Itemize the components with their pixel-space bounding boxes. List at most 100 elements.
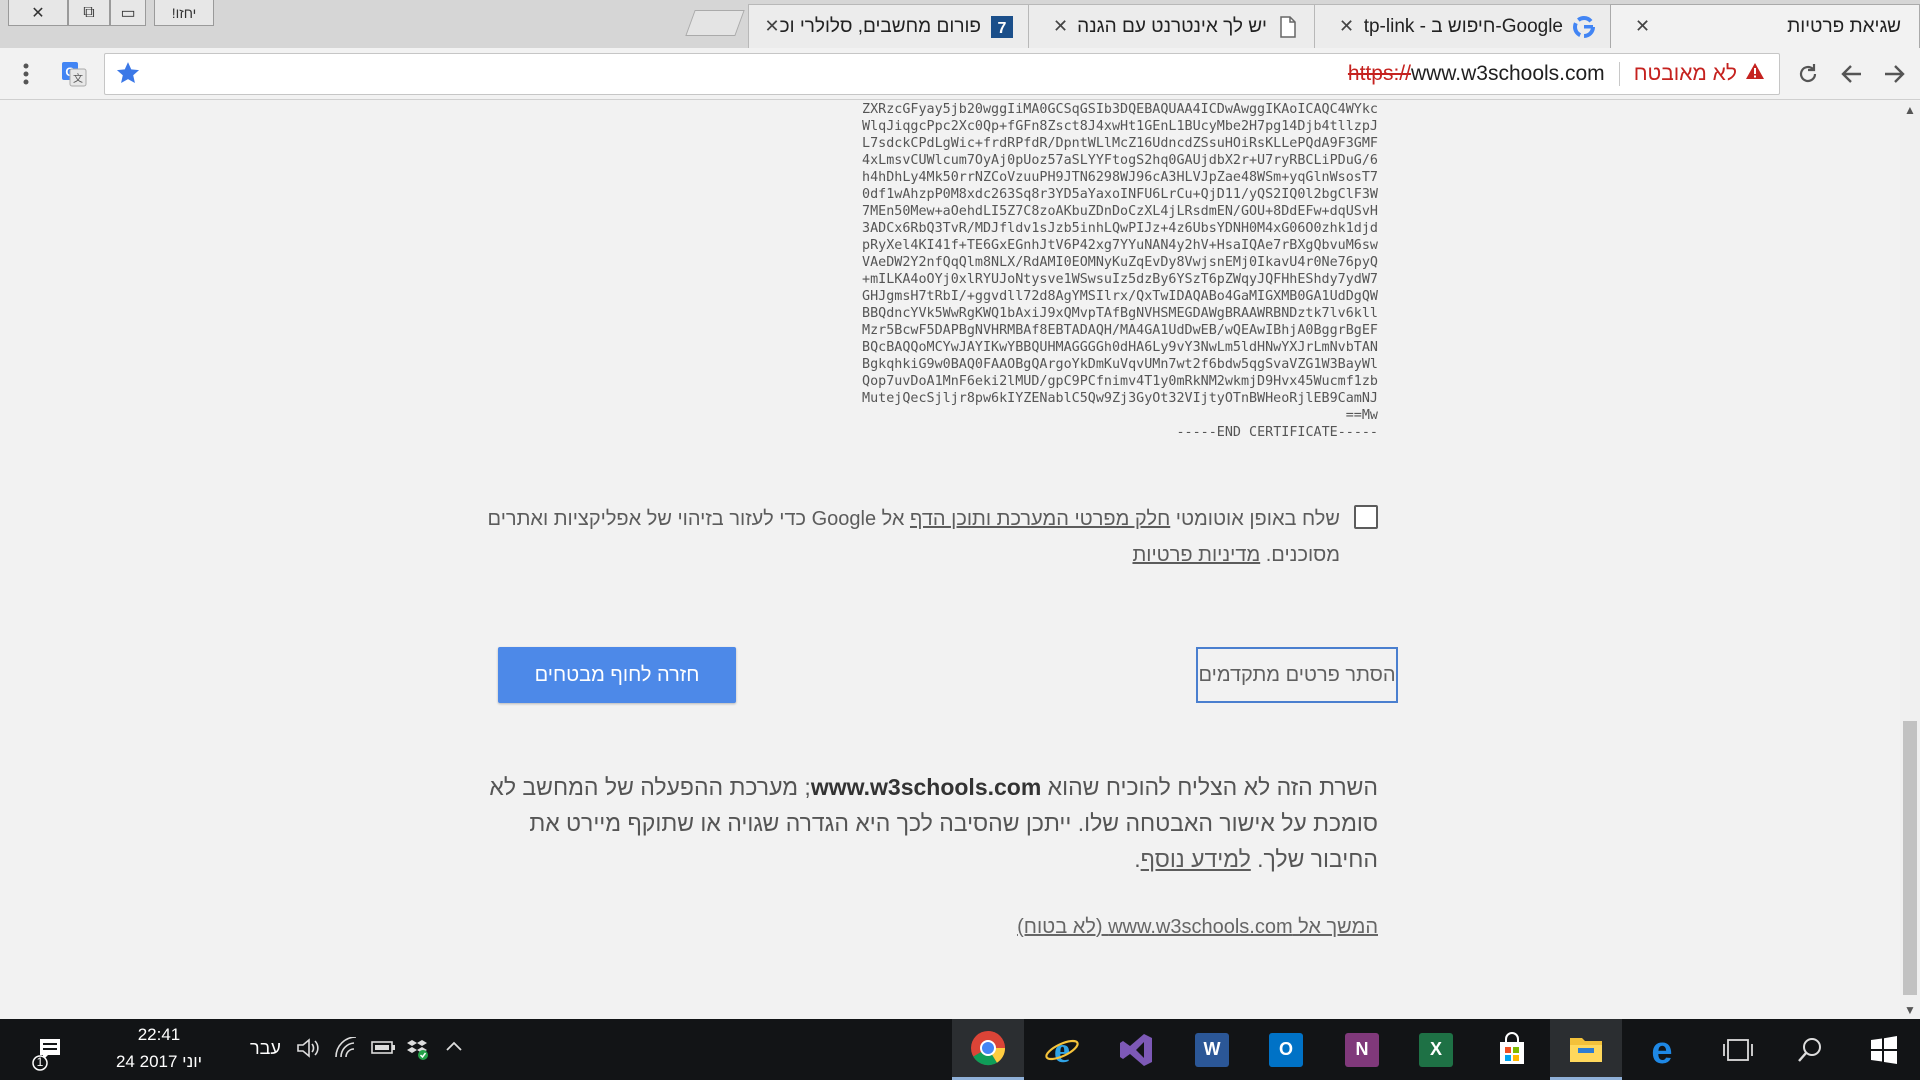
- certificate-line: VAeDW2Y2nfQqQlm8NLX/RdAMI0EOMNyKuZqEvDy8…: [862, 255, 1378, 270]
- taskbar-file-explorer[interactable]: [1550, 1019, 1622, 1080]
- menu-button[interactable]: [10, 58, 42, 90]
- url-display[interactable]: לא מאובטח https://www.w3schools.com: [1348, 54, 1765, 94]
- learn-more-link[interactable]: למידע נוסף: [1141, 846, 1251, 872]
- tab-privacy-error[interactable]: שגיאת פרטיות ✕: [1610, 4, 1920, 48]
- url-scheme: https://: [1347, 62, 1411, 85]
- taskbar-internet-explorer[interactable]: e: [1026, 1019, 1098, 1080]
- task-view-icon: [1723, 1038, 1753, 1061]
- certificate-line: -----END CERTIFICATE-----: [1176, 425, 1378, 440]
- restore-icon: ⧉: [83, 3, 95, 21]
- reload-button[interactable]: [1792, 58, 1824, 90]
- tab-google-search[interactable]: tp-link - חיפוש ב-Google ✕: [1314, 4, 1614, 48]
- safe-browsing-report-row: שלח באופן אוטומטי חלק מפרטי המערכת ותוכן…: [478, 501, 1378, 573]
- tab-close-icon[interactable]: ✕: [759, 16, 780, 37]
- close-window-button[interactable]: ✕: [8, 0, 68, 26]
- arrow-left-icon: [1841, 65, 1861, 83]
- internet-explorer-icon: e: [1045, 1032, 1079, 1068]
- search-button[interactable]: [1774, 1019, 1846, 1080]
- task-view-button[interactable]: [1702, 1019, 1774, 1080]
- translate-button[interactable]: G文: [58, 58, 90, 90]
- svg-text:e: e: [1651, 1032, 1672, 1068]
- volume-icon[interactable]: [296, 1037, 320, 1065]
- scroll-down-arrow-icon[interactable]: ▼: [1904, 1003, 1916, 1017]
- url-text[interactable]: https://www.w3schools.com: [1348, 62, 1605, 86]
- certificate-line: MutejQecSjljr8pw6kIYZENablC5Qw9Zj3GyOt32…: [862, 391, 1378, 406]
- certificate-line: 4xLmsvCUWlcum7OyAj0pUoz57aSLYYFtogS2hq0G…: [862, 153, 1378, 168]
- interstitial-page: ZXRzcGFyay5jb20wggIiMA0GCSqGSIb3DQEBAQUA…: [0, 101, 1900, 1019]
- tab-close-icon[interactable]: ✕: [1629, 16, 1650, 37]
- proceed-unsafe-link[interactable]: המשך אל www.w3schools.com (לא בטוח): [1017, 916, 1378, 939]
- taskbar-visual-studio[interactable]: [1100, 1019, 1172, 1080]
- back-to-safety-button[interactable]: חזרה לחוף מבטחים: [498, 647, 736, 703]
- privacy-policy-link[interactable]: מדיניות פרטיות: [1132, 544, 1260, 566]
- hide-advanced-button[interactable]: הסתר פרטים מתקדמים: [1196, 647, 1398, 703]
- taskbar-chrome[interactable]: [952, 1019, 1024, 1080]
- translate-icon: G文: [62, 62, 87, 87]
- tab-close-icon[interactable]: ✕: [1333, 16, 1354, 37]
- tab-internet-protection[interactable]: יש לך אינטרנט עם הגנה ✕: [1028, 4, 1318, 48]
- visual-studio-icon: [1120, 1033, 1152, 1066]
- input-language[interactable]: עבר: [250, 1038, 281, 1059]
- action-center-icon: [32, 1039, 60, 1071]
- taskbar-onenote[interactable]: N: [1326, 1019, 1398, 1080]
- action-center-button[interactable]: 1: [28, 1031, 68, 1076]
- certificate-line: GHJgmsH7tRbI/+ggvdll72d8AgYMSIlrx/QxTwID…: [862, 289, 1378, 304]
- minimize-icon: ▭: [120, 4, 136, 22]
- start-button[interactable]: [1848, 1019, 1920, 1080]
- search-icon: [1798, 1037, 1821, 1062]
- excel-icon: X: [1419, 1032, 1453, 1067]
- page-scrollbar[interactable]: ▲ ▼: [1900, 101, 1920, 1019]
- taskbar-word[interactable]: W: [1176, 1019, 1248, 1080]
- dropbox-synced-icon[interactable]: [406, 1037, 430, 1067]
- taskbar-excel[interactable]: X: [1400, 1019, 1472, 1080]
- back-button[interactable]: [1836, 58, 1868, 90]
- tab-close-icon[interactable]: ✕: [1047, 16, 1068, 37]
- address-bar[interactable]: לא מאובטח https://www.w3schools.com: [104, 53, 1780, 95]
- tab-forum[interactable]: 7 פורום מחשבים, סלולרי וכ ✕: [748, 4, 1032, 48]
- scroll-up-arrow-icon[interactable]: ▲: [1904, 103, 1916, 117]
- close-icon: ✕: [31, 4, 45, 22]
- taskbar-edge[interactable]: e: [1626, 1019, 1698, 1080]
- bookmark-star-icon[interactable]: [115, 60, 141, 91]
- svg-text:7: 7: [998, 20, 1007, 37]
- report-checkbox[interactable]: [1354, 505, 1378, 529]
- svg-text:文: 文: [73, 72, 83, 85]
- minimize-window-button[interactable]: ▭: [110, 0, 146, 26]
- tab-strip: ✕ ⧉ ▭ יחזו! 7 פורום מחשבים, סלולרי וכ ✕ …: [0, 0, 1920, 48]
- url-host: www.w3schools.com: [1410, 62, 1605, 85]
- show-hidden-icons-chevron-icon[interactable]: [444, 1037, 464, 1059]
- outlook-icon: O: [1269, 1032, 1303, 1067]
- certificate-line: pRyXel4KI41f+TE6GxEGnhJtV6P42xg7YYuNAN4y…: [862, 238, 1378, 253]
- certificate-line: BQcBAQQoMCYwJAYIKwYBBQUHMAGGGGh0dHA6Ly9v…: [862, 340, 1378, 355]
- google-g-icon: [1573, 15, 1595, 38]
- clock-date[interactable]: 24 יוני 2017: [112, 1052, 206, 1072]
- battery-icon[interactable]: [370, 1037, 396, 1063]
- report-text-start: שלח באופן אוטומטי: [1170, 508, 1340, 530]
- edge-icon: e: [1651, 1032, 1672, 1068]
- wifi-icon[interactable]: [334, 1036, 358, 1065]
- clock-time[interactable]: 22:41: [112, 1025, 206, 1045]
- certificate-line: BBQdncYVk5WwRgKWQ1bAxiJ9xQMvpTAfBgNVHSME…: [862, 306, 1378, 321]
- certificate-line: +mILKA4oOYj0xlRYUJoNtysve1WSwsuIz5dzBy6Y…: [862, 272, 1378, 287]
- kebab-menu-icon: [23, 63, 29, 85]
- tab-title: פורום מחשבים, סלולרי וכ: [779, 15, 981, 37]
- store-icon: [1500, 1031, 1524, 1064]
- explanation-host: www.w3schools.com: [810, 774, 1042, 800]
- windows-logo-icon: [1871, 1035, 1897, 1064]
- taskbar-store[interactable]: [1476, 1019, 1548, 1080]
- certificate-line: 0df1wAhzpP0M8xdc263Sq8r3YD5aYaxoINFU6LrC…: [862, 187, 1378, 202]
- notification-count: 1: [36, 1055, 44, 1069]
- certificate-line: Qop7uvDoA1MnF6eki2lMUD/gpC9PCfnimv4T1y0m…: [862, 374, 1378, 389]
- certificate-line: ZXRzcGFyay5jb20wggIiMA0GCSqGSIb3DQEBAQUA…: [862, 102, 1378, 117]
- tab-title: יש לך אינטרנט עם הגנה: [1077, 15, 1267, 37]
- tab-title: שגיאת פרטיות: [1787, 15, 1901, 37]
- not-secure-label[interactable]: לא מאובטח: [1634, 62, 1737, 86]
- taskbar-outlook[interactable]: O: [1250, 1019, 1322, 1080]
- forward-button[interactable]: [1878, 58, 1910, 90]
- system-details-link[interactable]: חלק מפרטי המערכת ותוכן הדף: [910, 508, 1170, 530]
- new-tab-button[interactable]: [685, 10, 745, 36]
- scrollbar-thumb[interactable]: [1903, 721, 1917, 995]
- profile-button[interactable]: יחזו!: [154, 0, 214, 26]
- restore-window-button[interactable]: ⧉: [68, 0, 110, 26]
- profile-name: יחזו!: [171, 4, 197, 21]
